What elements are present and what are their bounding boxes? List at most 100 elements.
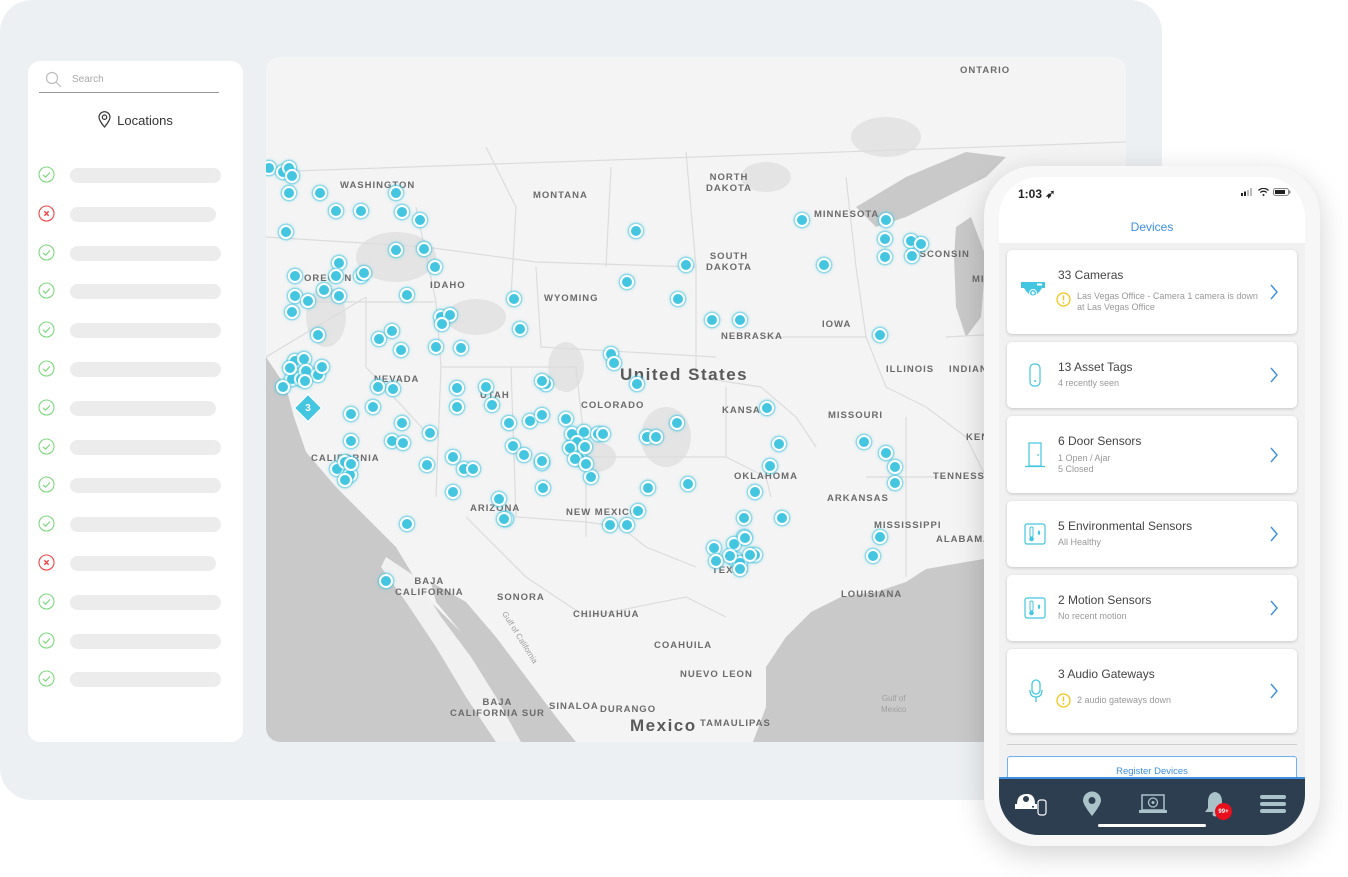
- location-marker[interactable]: [389, 243, 403, 257]
- location-marker[interactable]: [379, 574, 393, 588]
- location-row[interactable]: [38, 243, 233, 282]
- location-marker[interactable]: [285, 305, 299, 319]
- location-marker[interactable]: [535, 408, 549, 422]
- location-marker[interactable]: [620, 518, 634, 532]
- device-card-asset-tags[interactable]: 13 Asset Tags 4 recently seen: [1007, 342, 1297, 408]
- location-marker[interactable]: [681, 477, 695, 491]
- tab-devices[interactable]: [1013, 789, 1049, 819]
- location-marker[interactable]: [283, 361, 297, 375]
- tab-alerts[interactable]: 99+: [1197, 789, 1233, 820]
- location-marker[interactable]: [396, 436, 410, 450]
- location-marker[interactable]: [888, 460, 902, 474]
- location-marker[interactable]: [772, 437, 786, 451]
- location-marker[interactable]: [446, 450, 460, 464]
- location-marker[interactable]: [329, 269, 343, 283]
- location-marker[interactable]: [311, 328, 325, 342]
- location-marker[interactable]: [517, 448, 531, 462]
- location-marker[interactable]: [301, 294, 315, 308]
- location-marker[interactable]: [466, 462, 480, 476]
- location-marker[interactable]: [878, 232, 892, 246]
- location-marker[interactable]: [878, 250, 892, 264]
- location-marker[interactable]: [513, 322, 527, 336]
- location-row[interactable]: [38, 165, 233, 204]
- location-row[interactable]: [38, 398, 233, 437]
- location-marker[interactable]: [413, 213, 427, 227]
- location-marker[interactable]: [502, 416, 516, 430]
- location-marker[interactable]: [873, 530, 887, 544]
- location-marker[interactable]: [285, 169, 299, 183]
- device-card-environmental-sensors[interactable]: 5 Environmental Sensors All Healthy: [1007, 501, 1297, 567]
- location-marker[interactable]: [535, 374, 549, 388]
- location-marker[interactable]: [536, 481, 550, 495]
- location-marker[interactable]: [389, 186, 403, 200]
- location-marker[interactable]: [485, 398, 499, 412]
- location-marker[interactable]: [282, 186, 296, 200]
- location-marker[interactable]: [332, 256, 346, 270]
- location-marker[interactable]: [671, 292, 685, 306]
- location-marker[interactable]: [631, 504, 645, 518]
- location-marker[interactable]: [603, 518, 617, 532]
- location-marker[interactable]: [428, 260, 442, 274]
- location-marker[interactable]: [578, 440, 592, 454]
- location-row[interactable]: [38, 631, 233, 670]
- location-marker[interactable]: [507, 292, 521, 306]
- location-marker[interactable]: [317, 283, 331, 297]
- location-marker[interactable]: [905, 249, 919, 263]
- location-marker[interactable]: [497, 512, 511, 526]
- location-row[interactable]: [38, 592, 233, 631]
- location-marker[interactable]: [371, 380, 385, 394]
- location-marker[interactable]: [386, 382, 400, 396]
- location-marker[interactable]: [338, 473, 352, 487]
- location-marker[interactable]: [607, 356, 621, 370]
- location-marker[interactable]: [795, 213, 809, 227]
- location-row[interactable]: [38, 514, 233, 553]
- location-row[interactable]: [38, 437, 233, 476]
- location-marker[interactable]: [400, 288, 414, 302]
- location-marker[interactable]: [733, 313, 747, 327]
- device-card-audio-gateways[interactable]: 3 Audio Gateways 2 audio gateways down: [1007, 649, 1297, 733]
- location-marker[interactable]: [344, 457, 358, 471]
- location-marker[interactable]: [733, 562, 747, 576]
- location-marker[interactable]: [857, 435, 871, 449]
- location-row[interactable]: [38, 553, 233, 592]
- location-marker[interactable]: [394, 343, 408, 357]
- location-marker[interactable]: [366, 400, 380, 414]
- location-marker[interactable]: [429, 340, 443, 354]
- location-marker[interactable]: [276, 380, 290, 394]
- location-marker[interactable]: [435, 317, 449, 331]
- location-row[interactable]: [38, 281, 233, 320]
- location-marker[interactable]: [332, 289, 346, 303]
- location-marker[interactable]: [385, 324, 399, 338]
- location-marker[interactable]: [395, 205, 409, 219]
- location-marker[interactable]: [679, 258, 693, 272]
- location-marker[interactable]: [315, 360, 329, 374]
- location-marker[interactable]: [298, 374, 312, 388]
- location-marker[interactable]: [763, 459, 777, 473]
- location-marker[interactable]: [579, 457, 593, 471]
- location-marker[interactable]: [738, 531, 752, 545]
- location-marker[interactable]: [760, 401, 774, 415]
- location-marker[interactable]: [670, 416, 684, 430]
- location-marker[interactable]: [866, 549, 880, 563]
- tab-video[interactable]: [1135, 789, 1171, 819]
- location-marker[interactable]: [559, 412, 573, 426]
- location-marker[interactable]: [329, 204, 343, 218]
- location-marker[interactable]: [723, 549, 737, 563]
- location-marker[interactable]: [817, 258, 831, 272]
- location-marker[interactable]: [288, 269, 302, 283]
- location-marker[interactable]: [748, 485, 762, 499]
- location-marker[interactable]: [357, 266, 371, 280]
- location-marker[interactable]: [450, 400, 464, 414]
- location-marker[interactable]: [420, 458, 434, 472]
- location-marker[interactable]: [450, 381, 464, 395]
- location-marker[interactable]: [737, 511, 751, 525]
- location-marker[interactable]: [354, 204, 368, 218]
- location-marker[interactable]: [707, 541, 721, 555]
- search-input[interactable]: Search: [39, 69, 219, 93]
- location-marker[interactable]: [446, 485, 460, 499]
- location-marker[interactable]: [705, 313, 719, 327]
- location-marker[interactable]: [709, 554, 723, 568]
- location-marker[interactable]: [873, 328, 887, 342]
- location-marker[interactable]: [629, 224, 643, 238]
- location-marker[interactable]: [743, 548, 757, 562]
